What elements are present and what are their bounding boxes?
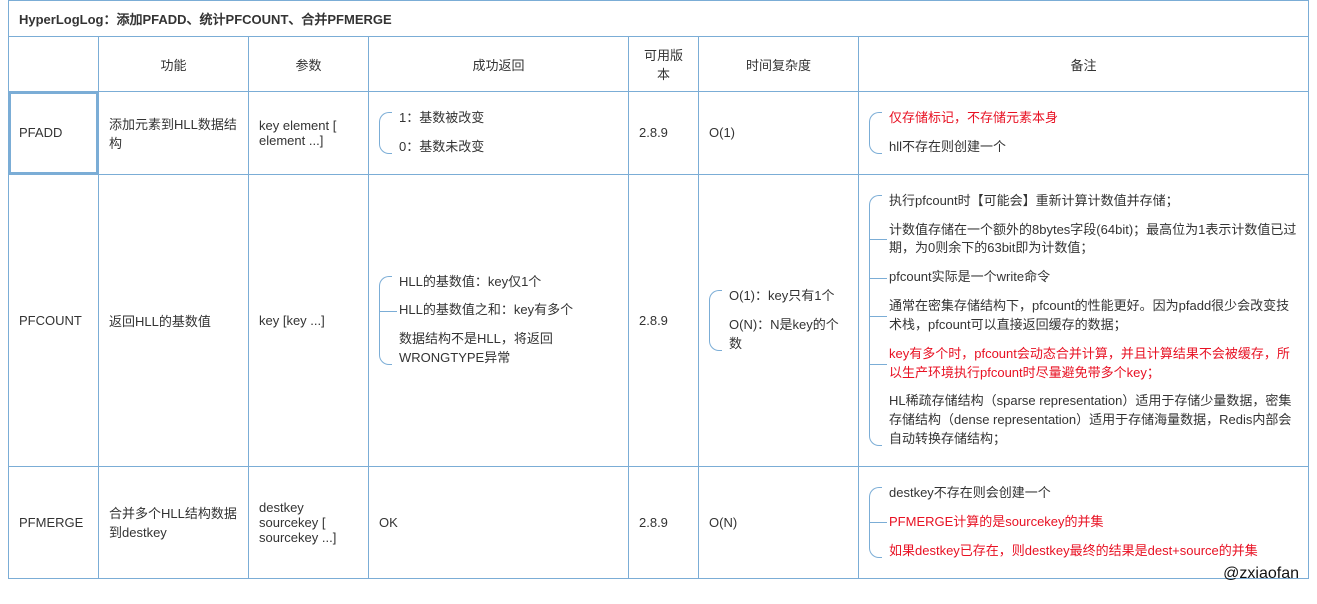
hll-table: 功能 参数 成功返回 可用版本 时间复杂度 备注 PFADD添加元素到HLL数据…: [8, 36, 1309, 579]
tree-node: pfcount实际是一个write命令: [889, 263, 1298, 292]
col-ver: 可用版本: [629, 37, 699, 92]
cell-note: 执行pfcount时【可能会】重新计算计数值并存储；计数值存储在一个额外的8by…: [859, 174, 1309, 466]
cell-note: 仅存储标记，不存储元素本身hll不存在则创建一个: [859, 92, 1309, 175]
table-row: PFCOUNT返回HLL的基数值key [key ...]HLL的基数值：key…: [9, 174, 1309, 466]
tree-node: hll不存在则创建一个: [889, 133, 1298, 162]
col-note: 备注: [859, 37, 1309, 92]
watermark: @zxiaofan: [1223, 565, 1299, 583]
tree-node: 数据结构不是HLL，将返回WRONGTYPE异常: [399, 325, 618, 373]
table-row: PFMERGE合并多个HLL结构数据到destkeydestkey source…: [9, 466, 1309, 578]
tree-node: 0：基数未改变: [399, 133, 618, 162]
cell-param: key [key ...]: [249, 174, 369, 466]
tree-node: 执行pfcount时【可能会】重新计算计数值并存储；: [889, 187, 1298, 216]
col-param: 参数: [249, 37, 369, 92]
tree-node: 如果destkey已存在，则destkey最终的结果是dest+source的并…: [889, 537, 1298, 566]
tree-node: HLL的基数值：key仅1个: [399, 268, 618, 297]
cell-func: 合并多个HLL结构数据到destkey: [99, 466, 249, 578]
page-title: HyperLogLog：添加PFADD、统计PFCOUNT、合并PFMERGE: [8, 0, 1309, 36]
table-row: PFADD添加元素到HLL数据结构key element [ element .…: [9, 92, 1309, 175]
cell-func: 添加元素到HLL数据结构: [99, 92, 249, 175]
cell-ret: OK: [369, 466, 629, 578]
cell-complexity: O(1): [699, 92, 859, 175]
cell-func: 返回HLL的基数值: [99, 174, 249, 466]
col-func: 功能: [99, 37, 249, 92]
cell-ret: HLL的基数值：key仅1个HLL的基数值之和：key有多个数据结构不是HLL，…: [369, 174, 629, 466]
tree-node: PFMERGE计算的是sourcekey的并集: [889, 508, 1298, 537]
cell-ver: 2.8.9: [629, 466, 699, 578]
col-cmd: [9, 37, 99, 92]
tree-node: O(1)：key只有1个: [729, 282, 848, 311]
cell-complexity: O(N): [699, 466, 859, 578]
tree-node: HL稀疏存储结构（sparse representation）适用于存储少量数据…: [889, 387, 1298, 454]
tree-node: HLL的基数值之和：key有多个: [399, 296, 618, 325]
tree-node: 计数值存储在一个额外的8bytes字段(64bit)；最高位为1表示计数值已过期…: [889, 216, 1298, 264]
cell-ret: 1：基数被改变0：基数未改变: [369, 92, 629, 175]
col-ret: 成功返回: [369, 37, 629, 92]
tree-node: 1：基数被改变: [399, 104, 618, 133]
tree-node: key有多个时，pfcount会动态合并计算，并且计算结果不会被缓存，所以生产环…: [889, 340, 1298, 388]
col-complexity: 时间复杂度: [699, 37, 859, 92]
cell-cmd: PFMERGE: [9, 466, 99, 578]
tree-node: 通常在密集存储结构下，pfcount的性能更好。因为pfadd很少会改变技术栈，…: [889, 292, 1298, 340]
table-header-row: 功能 参数 成功返回 可用版本 时间复杂度 备注: [9, 37, 1309, 92]
cell-ver: 2.8.9: [629, 92, 699, 175]
cell-complexity: O(1)：key只有1个O(N)：N是key的个数: [699, 174, 859, 466]
tree-node: O(N)：N是key的个数: [729, 311, 848, 359]
cell-param: key element [ element ...]: [249, 92, 369, 175]
cell-cmd: PFADD: [9, 92, 99, 175]
tree-node: 仅存储标记，不存储元素本身: [889, 104, 1298, 133]
cell-cmd: PFCOUNT: [9, 174, 99, 466]
cell-note: destkey不存在则会创建一个PFMERGE计算的是sourcekey的并集如…: [859, 466, 1309, 578]
cell-ver: 2.8.9: [629, 174, 699, 466]
tree-node: destkey不存在则会创建一个: [889, 479, 1298, 508]
cell-param: destkey sourcekey [ sourcekey ...]: [249, 466, 369, 578]
